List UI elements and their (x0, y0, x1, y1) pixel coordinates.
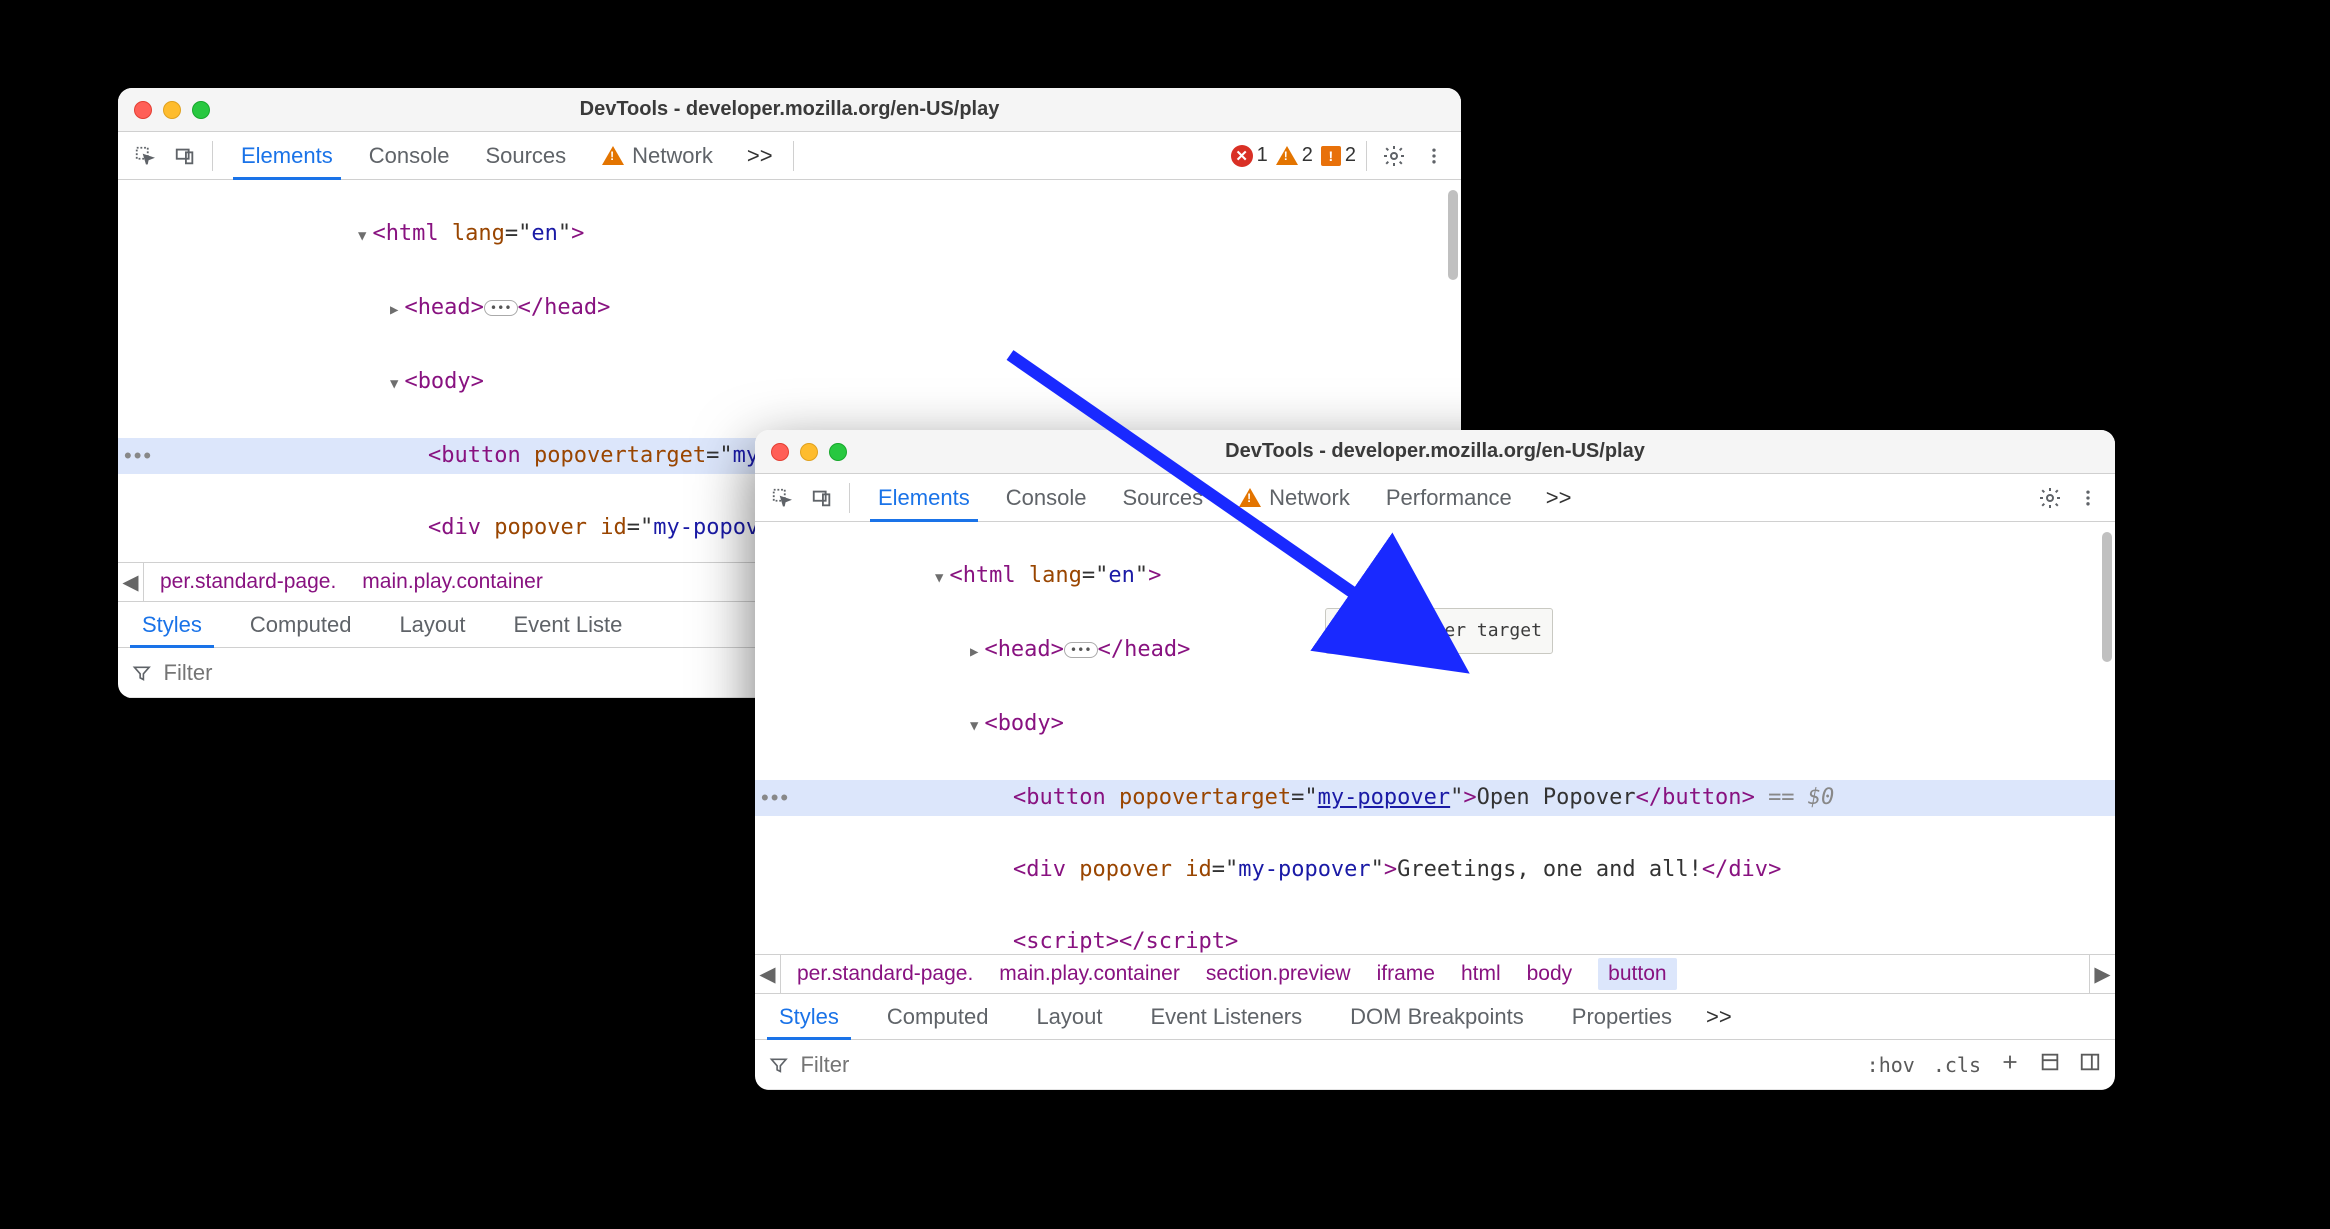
console-badges: ✕1 2 !2 (1231, 144, 1356, 167)
main-toolbar: Elements Console Sources Network Perform… (755, 474, 2115, 522)
gutter-actions-icon[interactable]: ••• (761, 780, 790, 816)
tabs-overflow-button[interactable]: >> (1536, 485, 1582, 511)
breadcrumbs[interactable]: ◀ per.standard-page. main.play.container… (755, 954, 2115, 994)
tab-network[interactable]: Network (584, 132, 731, 179)
tabs-overflow-button[interactable]: >> (737, 143, 783, 169)
traffic-lights (134, 101, 210, 119)
style-tools: :hov .cls (1867, 1051, 2101, 1079)
tab-elements[interactable]: Elements (860, 474, 988, 521)
titlebar[interactable]: DevTools - developer.mozilla.org/en-US/p… (118, 88, 1461, 132)
toolbar-divider (793, 141, 794, 171)
device-toolbar-icon[interactable] (805, 481, 839, 515)
device-toolbar-icon[interactable] (168, 139, 202, 173)
main-tabs: Elements Console Sources Network (223, 132, 731, 179)
tab-sources[interactable]: Sources (467, 132, 584, 179)
devtools-window-right: DevTools - developer.mozilla.org/en-US/p… (755, 430, 2115, 1090)
breadcrumb-item[interactable]: section.preview (1206, 962, 1351, 986)
breadcrumb-scroll-left[interactable]: ◀ (118, 563, 144, 601)
elements-tree[interactable]: <html lang="en"> <head>•••</head> <body>… (755, 522, 2115, 954)
filter-input[interactable] (769, 1051, 1855, 1079)
hover-tooltip: Show popover target (1325, 608, 1553, 654)
scrollbar-thumb[interactable] (1448, 190, 1458, 280)
tab-network[interactable]: Network (1221, 474, 1368, 521)
warning-triangle-icon (602, 146, 624, 165)
right-toolbar (2033, 481, 2105, 515)
error-badge[interactable]: ✕1 (1231, 144, 1268, 167)
popovertarget-link[interactable]: my-popover (1318, 785, 1450, 810)
tab-sources[interactable]: Sources (1104, 474, 1221, 521)
main-tabs: Elements Console Sources Network Perform… (860, 474, 1530, 521)
window-title: DevTools - developer.mozilla.org/en-US/p… (755, 440, 2115, 463)
breadcrumb-item[interactable]: per.standard-page. (797, 962, 973, 986)
subtab-layout[interactable]: Layout (375, 602, 489, 647)
titlebar[interactable]: DevTools - developer.mozilla.org/en-US/p… (755, 430, 2115, 474)
info-badge[interactable]: !2 (1321, 144, 1356, 167)
selected-element-row[interactable]: •••<button popovertarget="my-popover">Op… (755, 780, 2115, 816)
filter-field[interactable] (798, 1051, 1854, 1079)
breadcrumb-item[interactable]: main.play.container (362, 570, 543, 594)
styles-filter-row: :hov .cls (755, 1040, 2115, 1090)
minimize-icon[interactable] (800, 443, 818, 461)
zoom-icon[interactable] (829, 443, 847, 461)
warning-triangle-icon (1239, 488, 1261, 507)
more-menu-icon[interactable] (1417, 139, 1451, 173)
toggle-sidebar-icon[interactable] (2079, 1051, 2101, 1079)
toolbar-divider (1366, 141, 1367, 171)
breadcrumb-item[interactable]: iframe (1377, 962, 1435, 986)
toolbar-divider (849, 483, 850, 513)
window-title: DevTools - developer.mozilla.org/en-US/p… (118, 98, 1461, 121)
subtab-computed[interactable]: Computed (863, 994, 1013, 1039)
toolbar-divider (212, 141, 213, 171)
inspect-element-icon[interactable] (765, 481, 799, 515)
tab-console[interactable]: Console (351, 132, 468, 179)
subtab-event-listeners[interactable]: Event Listeners (1127, 994, 1327, 1039)
subtab-event-listeners[interactable]: Event Liste (490, 602, 647, 647)
scrollbar-track[interactable] (2102, 532, 2112, 944)
computed-styles-icon[interactable] (2039, 1051, 2061, 1079)
subtab-styles[interactable]: Styles (118, 602, 226, 647)
inspect-element-icon[interactable] (128, 139, 162, 173)
settings-gear-icon[interactable] (1377, 139, 1411, 173)
close-icon[interactable] (134, 101, 152, 119)
filter-icon (769, 1055, 788, 1075)
subtabs-overflow-button[interactable]: >> (1696, 1004, 1742, 1030)
breadcrumb-item[interactable]: main.play.container (999, 962, 1180, 986)
breadcrumb-item[interactable]: per.standard-page. (160, 570, 336, 594)
breadcrumb-scroll-right[interactable]: ▶ (2089, 955, 2115, 993)
zoom-icon[interactable] (192, 101, 210, 119)
more-menu-icon[interactable] (2071, 481, 2105, 515)
scrollbar-thumb[interactable] (2102, 532, 2112, 662)
subtab-properties[interactable]: Properties (1548, 994, 1696, 1039)
breadcrumb-item[interactable]: html (1461, 962, 1501, 986)
breadcrumb-item[interactable]: body (1527, 962, 1573, 986)
breadcrumb-scroll-left[interactable]: ◀ (755, 955, 781, 993)
subtab-dom-breakpoints[interactable]: DOM Breakpoints (1326, 994, 1548, 1039)
warning-badge[interactable]: 2 (1276, 144, 1313, 167)
breadcrumb-item-selected[interactable]: button (1598, 958, 1676, 990)
tab-performance[interactable]: Performance (1368, 474, 1530, 521)
tab-elements[interactable]: Elements (223, 132, 351, 179)
subtab-computed[interactable]: Computed (226, 602, 376, 647)
main-toolbar: Elements Console Sources Network >> ✕1 2… (118, 132, 1461, 180)
cls-toggle[interactable]: .cls (1933, 1053, 1981, 1077)
styles-subtabs: Styles Computed Layout Event Listeners D… (755, 994, 2115, 1040)
warning-triangle-icon (1276, 146, 1298, 165)
minimize-icon[interactable] (163, 101, 181, 119)
close-icon[interactable] (771, 443, 789, 461)
tab-console[interactable]: Console (988, 474, 1105, 521)
new-style-rule-icon[interactable] (1999, 1051, 2021, 1079)
subtab-layout[interactable]: Layout (1012, 994, 1126, 1039)
gutter-actions-icon[interactable]: ••• (124, 438, 153, 474)
hov-toggle[interactable]: :hov (1867, 1053, 1915, 1077)
settings-gear-icon[interactable] (2033, 481, 2067, 515)
traffic-lights (771, 443, 847, 461)
filter-icon (132, 663, 152, 683)
subtab-styles[interactable]: Styles (755, 994, 863, 1039)
